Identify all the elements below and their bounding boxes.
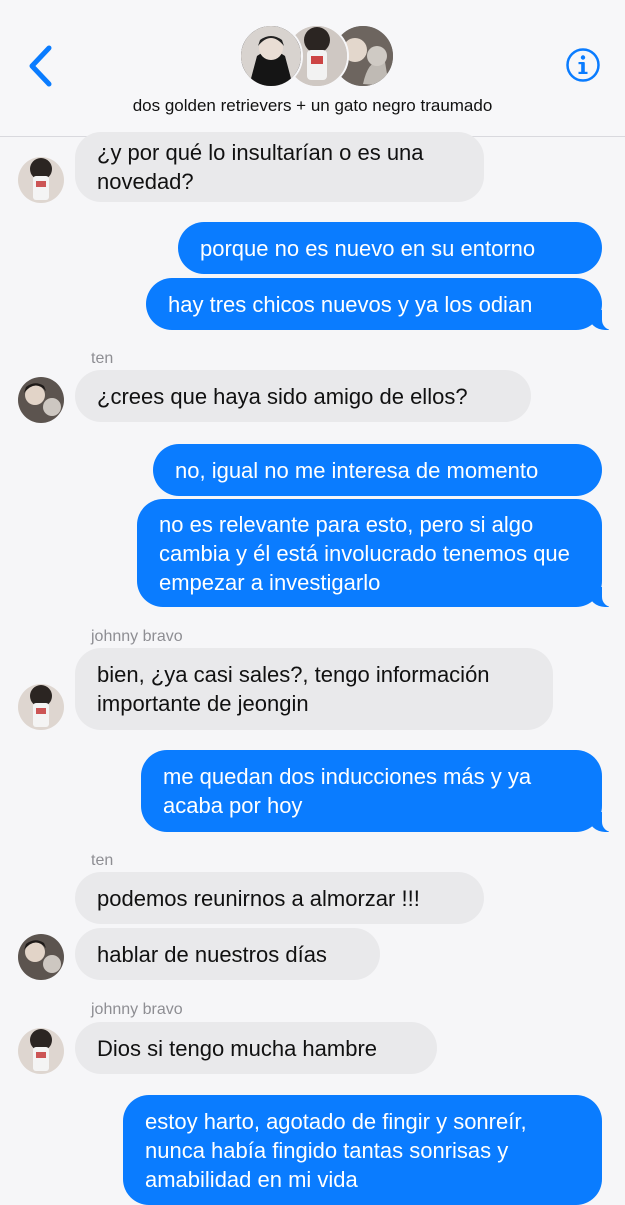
message-text: porque no es nuevo en su entorno (200, 235, 536, 261)
group-avatars[interactable] (239, 24, 395, 88)
message-text: no, igual no me interesa de momento (175, 457, 539, 483)
message-text: ¿crees que haya sido amigo de ellos? (97, 383, 468, 409)
message-bubble-incoming[interactable]: ¿y por qué lo insultarían o es una noved… (75, 132, 484, 202)
contact-avatar-johnny[interactable] (18, 157, 64, 203)
message-text: hay tres chicos nuevos y ya los odian (168, 291, 533, 317)
contact-avatar-ten[interactable] (18, 934, 64, 980)
message-bubble-incoming[interactable]: ¿crees que haya sido amigo de ellos? (75, 370, 531, 422)
message-text: Dios si tengo mucha hambre (97, 1035, 378, 1061)
message-text: no es relevante para esto, pero si algo … (159, 511, 570, 595)
info-button[interactable] (565, 47, 601, 83)
message-bubble-outgoing[interactable]: me quedan dos inducciones más y ya acaba… (141, 750, 618, 832)
message-bubble-incoming[interactable]: Dios si tengo mucha hambre (75, 1022, 437, 1074)
message-bubble-outgoing[interactable]: hay tres chicos nuevos y ya los odian (146, 278, 618, 330)
sender-name: johnny bravo (91, 1001, 183, 1018)
message-bubble-outgoing[interactable]: porque no es nuevo en su entorno (178, 222, 602, 274)
message-text: bien, ¿ya casi sales?, tengo información… (97, 662, 490, 716)
contact-avatar-johnny[interactable] (18, 1028, 64, 1074)
chat-header: dos golden retrievers + un gato negro tr… (0, 0, 625, 137)
sender-name: ten (91, 350, 114, 367)
info-circle-icon (566, 48, 600, 82)
message-bubble-outgoing[interactable]: no, igual no me interesa de momento (153, 444, 602, 496)
contact-avatar-ten[interactable] (18, 377, 64, 423)
message-text: hablar de nuestros días (97, 941, 327, 967)
message-bubble-incoming[interactable]: podemos reunirnos a almorzar !!! (75, 872, 484, 924)
message-text: podemos reunirnos a almorzar !!! (97, 885, 420, 911)
message-text: ¿y por qué lo insultarían o es una noved… (97, 140, 424, 194)
message-bubble-incoming[interactable]: bien, ¿ya casi sales?, tengo información… (75, 648, 553, 730)
chevron-left-icon (29, 45, 52, 87)
group-name[interactable]: dos golden retrievers + un gato negro tr… (0, 96, 625, 116)
back-button[interactable] (22, 40, 62, 92)
message-text: me quedan dos inducciones más y ya acaba… (163, 764, 532, 818)
message-bubble-outgoing[interactable]: estoy harto, agotado de fingir y sonreír… (123, 1095, 602, 1205)
sender-name: johnny bravo (91, 628, 183, 645)
message-bubble-outgoing[interactable]: no es relevante para esto, pero si algo … (137, 499, 618, 607)
message-text: estoy harto, agotado de fingir y sonreír… (145, 1108, 527, 1192)
contact-avatar-johnny[interactable] (18, 684, 64, 730)
member-avatar (239, 24, 303, 88)
sender-name: ten (91, 852, 114, 869)
message-bubble-incoming[interactable]: hablar de nuestros días (75, 928, 380, 980)
